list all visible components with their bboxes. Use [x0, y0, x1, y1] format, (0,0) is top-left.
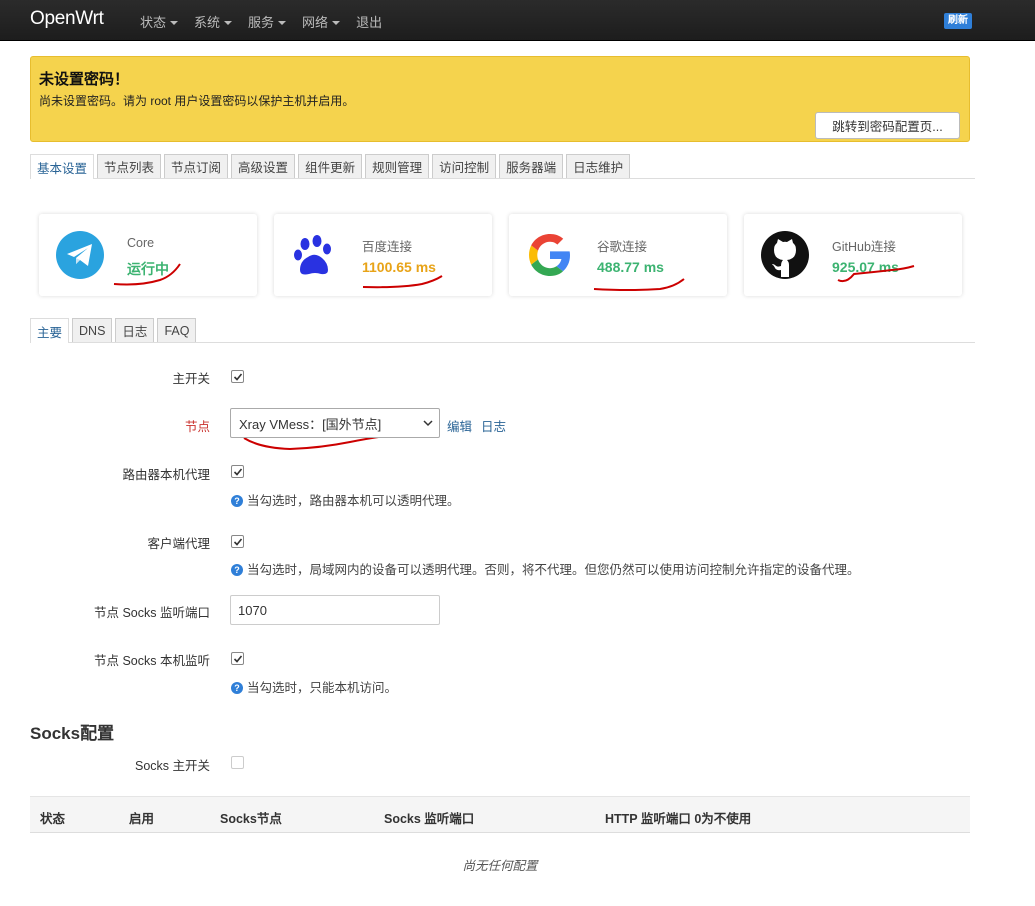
- chevron-down-icon: [423, 420, 433, 427]
- checkmark-icon: [233, 537, 242, 546]
- tab-server[interactable]: 服务器端: [499, 154, 564, 178]
- status-card-baidu: 百度连接 1100.65 ms: [274, 214, 492, 296]
- chevron-down-icon: [278, 21, 287, 25]
- main-switch-label: 主开关: [172, 372, 210, 386]
- menu-system[interactable]: 系统: [194, 12, 233, 31]
- menu-system-label: 系统: [194, 15, 221, 30]
- socks-local-label: 节点 Socks 本机监听: [94, 654, 210, 668]
- node-edit-link[interactable]: 编辑: [447, 416, 472, 435]
- google-icon: [529, 234, 570, 276]
- help-icon: ?: [231, 495, 243, 507]
- card-baidu-value: 1100.65 ms: [362, 259, 436, 275]
- menu-network[interactable]: 网络: [302, 12, 341, 31]
- card-baidu-label: 百度连接: [362, 240, 413, 254]
- main-tabs: 基本设置 节点列表 节点订阅 高级设置 组件更新 规则管理 访问控制 服务器端 …: [30, 154, 975, 179]
- tab-main[interactable]: 主要: [30, 318, 70, 343]
- tab-log-maintain[interactable]: 日志维护: [566, 154, 631, 178]
- main-menu: 状态 系统 服务 网络 退出: [140, 12, 398, 31]
- baidu-paw-icon: [294, 235, 331, 275]
- main-switch-checkbox[interactable]: [231, 370, 244, 383]
- column-header-socks-node: Socks节点: [220, 812, 282, 826]
- tab-basic-settings[interactable]: 基本设置: [30, 154, 95, 179]
- password-alert: 未设置密码！ 尚未设置密码。请为 root 用户设置密码以保护主机并启用。 跳转…: [30, 56, 970, 142]
- socks-local-help-text: 当勾选时，只能本机访问。: [247, 681, 398, 695]
- tab-dns[interactable]: DNS: [72, 318, 113, 342]
- chevron-down-icon: [224, 21, 233, 25]
- help-icon: ?: [231, 682, 243, 694]
- socks-port-input[interactable]: 1070: [230, 595, 440, 625]
- column-header-http-port: HTTP 监听端口 0为不使用: [605, 812, 752, 826]
- chevron-down-icon: [170, 21, 179, 25]
- client-proxy-label: 客户端代理: [147, 537, 210, 551]
- checkmark-icon: [233, 654, 242, 663]
- card-github-value: 925.07 ms: [832, 259, 899, 275]
- status-card-google: 谷歌连接 488.77 ms: [509, 214, 727, 296]
- column-header-enabled: 启用: [129, 812, 155, 826]
- refresh-button[interactable]: 刷新: [944, 13, 972, 29]
- socks-switch-label: Socks 主开关: [134, 759, 210, 773]
- menu-services[interactable]: 服务: [248, 12, 287, 31]
- menu-network-label: 网络: [302, 15, 329, 30]
- status-card-github: GitHub连接 925.07 ms: [744, 214, 962, 296]
- socks-section-title: Socks配置: [30, 724, 115, 743]
- client-proxy-help: ? 当勾选时，局域网内的设备可以透明代理。否则，将不代理。但您仍然可以使用访问控制…: [231, 559, 860, 578]
- card-google-label: 谷歌连接: [597, 240, 648, 254]
- tab-faq[interactable]: FAQ: [157, 318, 197, 342]
- card-google-value: 488.77 ms: [597, 259, 664, 275]
- router-proxy-checkbox[interactable]: [231, 465, 244, 478]
- tab-node-subscribe[interactable]: 节点订阅: [164, 154, 229, 178]
- socks-local-help: ? 当勾选时，只能本机访问。: [231, 677, 397, 696]
- status-card-core: Core 运行中: [39, 214, 257, 296]
- alert-title: 未设置密码！: [39, 71, 130, 88]
- node-log-link[interactable]: 日志: [481, 416, 506, 435]
- checkmark-icon: [233, 372, 242, 381]
- menu-status[interactable]: 状态: [140, 12, 179, 31]
- socks-switch-checkbox[interactable]: [231, 756, 244, 769]
- card-github-label: GitHub连接: [832, 240, 896, 254]
- tab-rule-manage[interactable]: 规则管理: [365, 154, 430, 178]
- menu-status-label: 状态: [140, 15, 167, 30]
- sub-tabs: 主要 DNS 日志 FAQ: [30, 318, 975, 343]
- menu-logout[interactable]: 退出: [356, 12, 382, 31]
- column-header-status: 状态: [40, 812, 66, 826]
- router-proxy-help-text: 当勾选时，路由器本机可以透明代理。: [247, 494, 460, 508]
- column-header-socks-port: Socks 监听端口: [384, 812, 475, 826]
- client-proxy-help-text: 当勾选时，局域网内的设备可以透明代理。否则，将不代理。但您仍然可以使用访问控制允…: [247, 563, 860, 577]
- card-core-value: 运行中: [127, 261, 169, 277]
- socks-local-checkbox[interactable]: [231, 652, 244, 665]
- tab-log[interactable]: 日志: [115, 318, 155, 342]
- router-proxy-label: 路由器本机代理: [122, 468, 210, 482]
- card-core-label: Core: [127, 236, 155, 250]
- help-icon: ?: [231, 564, 243, 576]
- telegram-icon: [56, 231, 104, 279]
- menu-services-label: 服务: [248, 15, 275, 30]
- node-label: 节点: [184, 420, 210, 434]
- tab-node-list[interactable]: 节点列表: [97, 154, 162, 178]
- node-select[interactable]: Xray VMess：[国外节点]: [230, 408, 440, 438]
- router-proxy-help: ? 当勾选时，路由器本机可以透明代理。: [231, 490, 460, 509]
- socks-port-label: 节点 Socks 监听端口: [94, 606, 210, 620]
- tab-advanced[interactable]: 高级设置: [231, 154, 296, 178]
- socks-table-empty: 尚无任何配置: [462, 859, 538, 873]
- top-navbar: OpenWrt 状态 系统 服务 网络 退出 刷新: [0, 0, 1035, 41]
- brand-logo[interactable]: OpenWrt: [30, 8, 104, 30]
- tab-component-update[interactable]: 组件更新: [298, 154, 363, 178]
- alert-text: 尚未设置密码。请为 root 用户设置密码以保护主机并启用。: [39, 94, 355, 108]
- chevron-down-icon: [332, 21, 341, 25]
- goto-password-button[interactable]: 跳转到密码配置页...: [815, 112, 960, 139]
- checkmark-icon: [233, 467, 242, 476]
- node-select-value: Xray VMess：[国外节点]: [239, 416, 382, 432]
- client-proxy-checkbox[interactable]: [231, 535, 244, 548]
- tab-access-control[interactable]: 访问控制: [432, 154, 497, 178]
- github-icon: [761, 231, 809, 279]
- socks-table-header: 状态 启用 Socks节点 Socks 监听端口 HTTP 监听端口 0为不使用: [30, 796, 970, 833]
